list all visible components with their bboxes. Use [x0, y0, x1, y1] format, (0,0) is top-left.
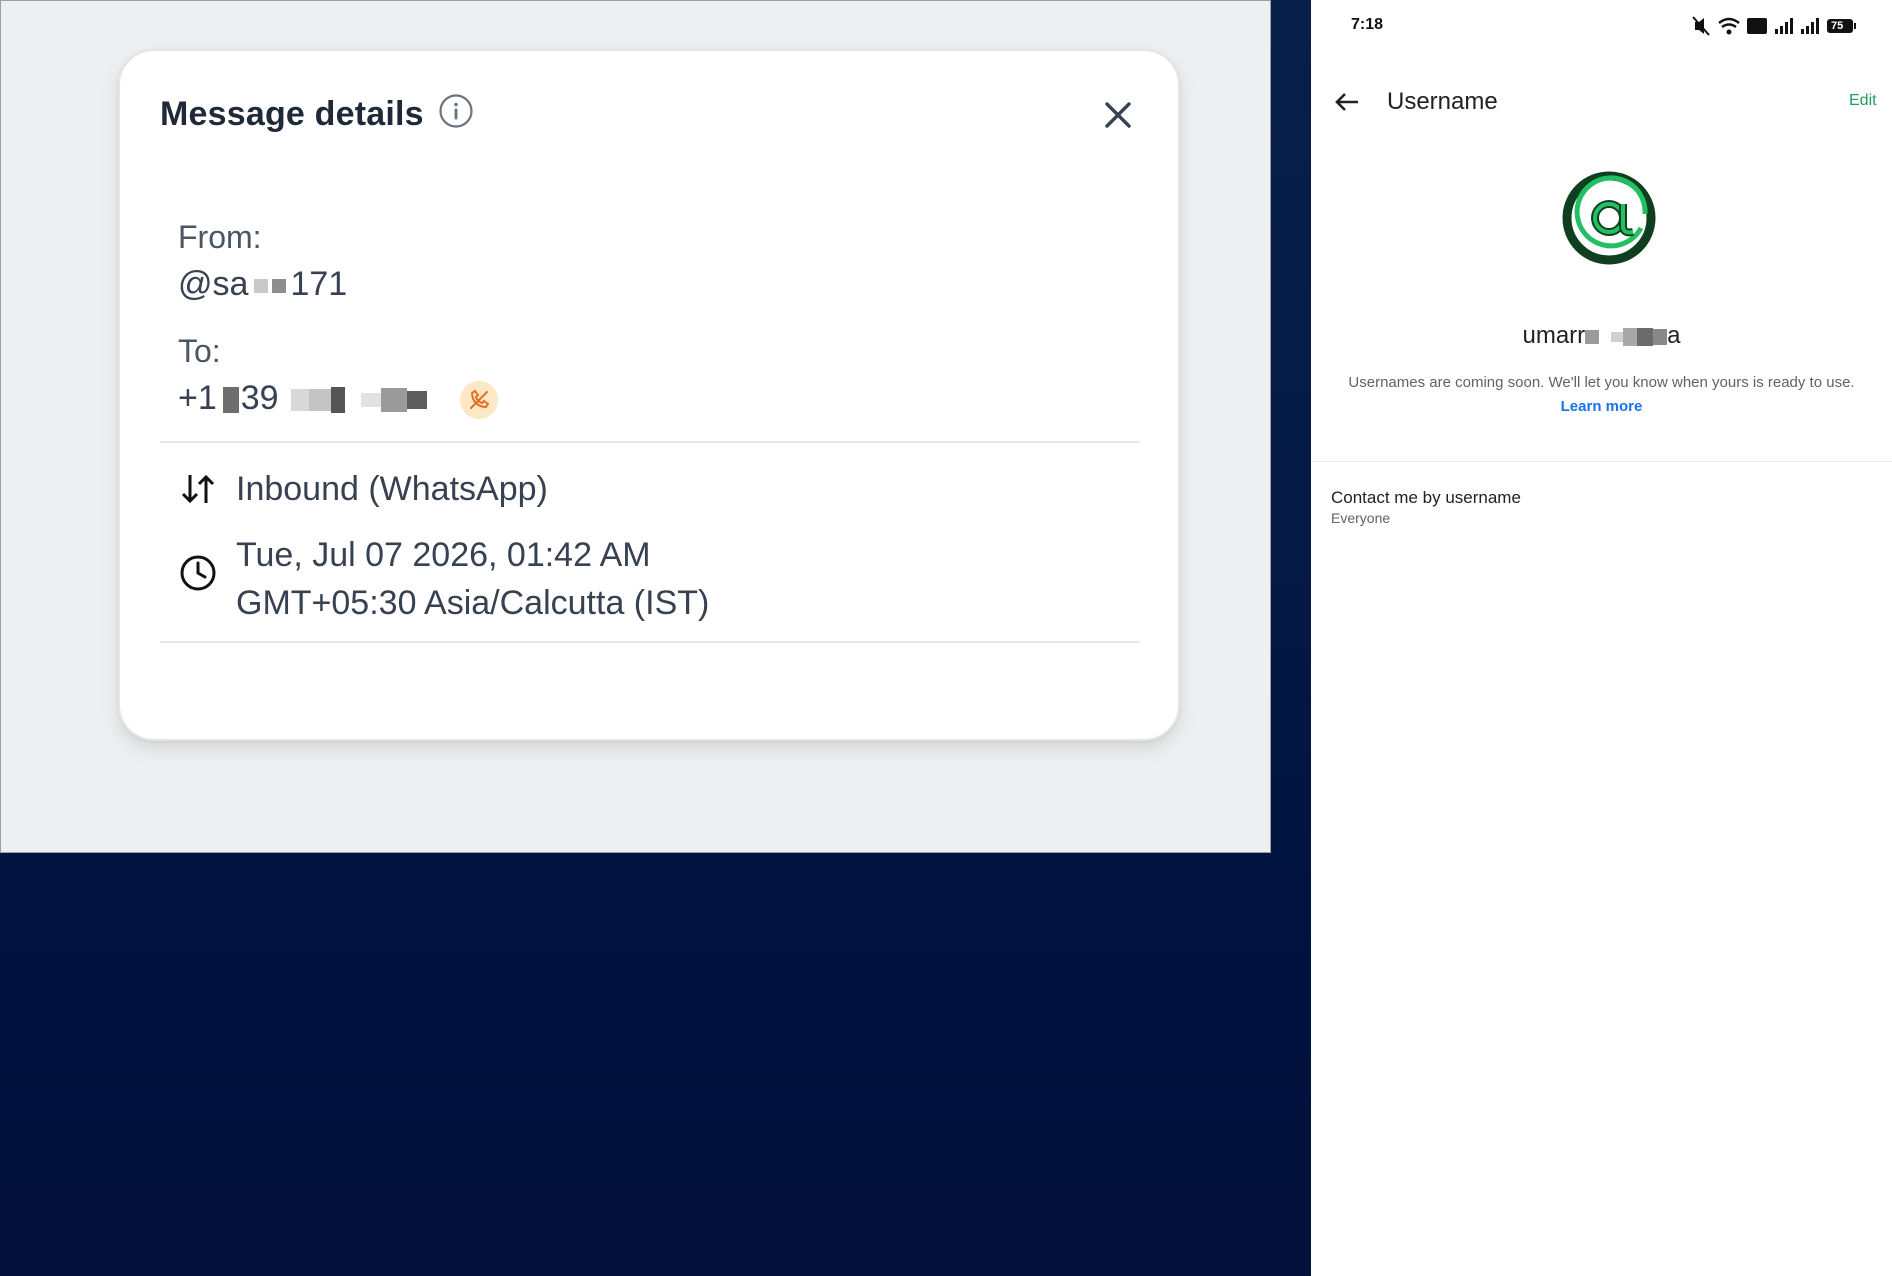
info-icon[interactable] — [438, 93, 474, 129]
arrows-up-down-icon — [181, 474, 215, 504]
wifi-icon — [1718, 17, 1740, 35]
redaction — [1653, 328, 1668, 345]
message-details-dialog: Message details From: @sa 171 To: +1 39 — [118, 49, 1180, 741]
redaction — [380, 388, 407, 413]
message-datetime-line1: Tue, Jul 07 2026, 01:42 AM — [236, 536, 651, 574]
to-value: +1 39 — [178, 379, 427, 418]
close-icon[interactable] — [1098, 95, 1138, 135]
redaction — [254, 279, 269, 294]
to-prefix: +1 — [178, 379, 217, 417]
from-prefix: @sa — [178, 265, 249, 303]
edit-button[interactable]: Edit — [1849, 92, 1877, 110]
redaction — [1623, 327, 1638, 346]
at-sign-icon — [1562, 171, 1656, 265]
redaction — [330, 387, 345, 414]
clock-icon — [180, 555, 216, 591]
status-time: 7:18 — [1351, 16, 1384, 33]
battery-level: 75 — [1831, 20, 1844, 32]
divider — [1311, 461, 1892, 462]
message-datetime-line2: GMT+05:30 Asia/Calcutta (IST) — [236, 584, 710, 622]
redaction — [308, 389, 331, 412]
username-description: Usernames are coming soon. We'll let you… — [1348, 374, 1855, 391]
learn-more-link[interactable]: Learn more — [1311, 398, 1892, 415]
setting-value: Everyone — [1331, 510, 1391, 526]
username-display: umarr a — [1311, 322, 1892, 350]
from-value: @sa 171 — [178, 265, 347, 304]
setting-title: Contact me by username — [1331, 488, 1521, 507]
desktop-window: Message details From: @sa 171 To: +1 39 — [0, 0, 1271, 853]
mute-icon — [1692, 16, 1710, 36]
redaction — [406, 391, 427, 410]
call-badge[interactable] — [460, 381, 498, 419]
back-arrow-icon[interactable] — [1331, 86, 1363, 118]
phone-off-icon — [470, 389, 490, 409]
redaction — [1611, 331, 1624, 342]
redaction — [290, 389, 309, 412]
from-label: From: — [178, 219, 262, 255]
app-bar-title: Username — [1387, 88, 1498, 115]
redaction — [1585, 329, 1600, 344]
redaction — [360, 393, 381, 408]
status-bar-icons — [1692, 16, 1856, 36]
divider — [160, 641, 1140, 643]
message-direction: Inbound (WhatsApp) — [236, 470, 548, 508]
username-prefix: umarr — [1522, 322, 1586, 349]
to-mid: 39 — [240, 379, 279, 417]
signal-icon-2 — [1801, 18, 1819, 34]
signal-icon — [1775, 18, 1793, 34]
redaction — [1637, 327, 1654, 346]
username-suffix: a — [1667, 322, 1681, 349]
redaction — [222, 387, 239, 414]
redaction — [272, 279, 287, 294]
from-suffix: 171 — [290, 265, 348, 303]
to-label: To: — [178, 333, 221, 369]
wifi-calling-icon — [1747, 18, 1767, 34]
dialog-title: Message details — [160, 95, 424, 133]
phone-screen: 7:18 75 Username Edit umarr a Usernames … — [1311, 0, 1892, 1276]
divider — [160, 441, 1140, 443]
contact-by-username-setting[interactable]: Contact me by username Everyone — [1311, 480, 1892, 544]
